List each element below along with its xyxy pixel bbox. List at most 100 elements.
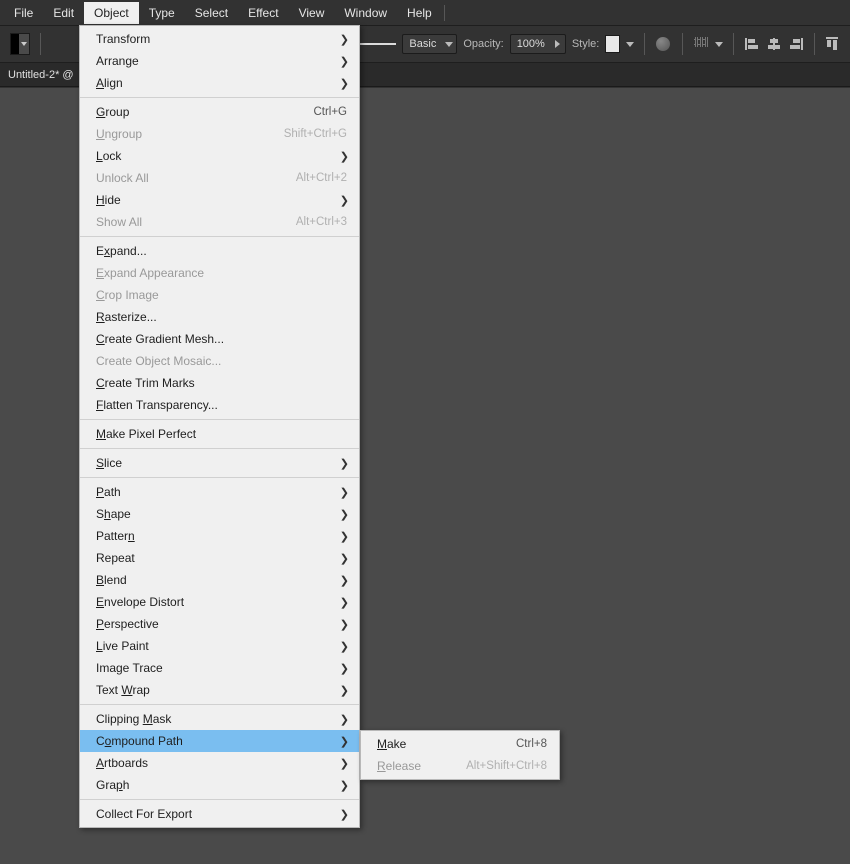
separator <box>814 33 815 55</box>
stroke-style-value: Basic <box>403 38 442 50</box>
submenu-arrow-icon: ❯ <box>340 508 349 521</box>
object-menu-item-lock[interactable]: Lock❯ <box>80 145 359 167</box>
menu-item-label: Rasterize... <box>96 310 347 324</box>
fill-dropdown-icon[interactable] <box>19 34 29 54</box>
object-menu-dropdown: Transform❯Arrange❯Align❯GroupCtrl+GUngro… <box>79 25 360 828</box>
menu-item-label: Crop Image <box>96 288 347 302</box>
compound-path-item-make[interactable]: MakeCtrl+8 <box>361 733 559 755</box>
object-menu-item-create-gradient-mesh[interactable]: Create Gradient Mesh... <box>80 328 359 350</box>
menu-file[interactable]: File <box>4 2 43 24</box>
stroke-style-dropdown[interactable]: Basic <box>402 34 457 54</box>
graphic-style-swatch[interactable] <box>605 35 619 53</box>
menu-object[interactable]: Object <box>84 2 139 24</box>
menu-window[interactable]: Window <box>334 2 397 24</box>
object-menu-item-artboards[interactable]: Artboards❯ <box>80 752 359 774</box>
menu-item-label: Ungroup <box>96 127 284 141</box>
object-menu-item-transform[interactable]: Transform❯ <box>80 28 359 50</box>
object-menu-item-perspective[interactable]: Perspective❯ <box>80 613 359 635</box>
menu-item-label: Clipping Mask <box>96 712 347 726</box>
globe-icon <box>655 36 671 52</box>
menu-select[interactable]: Select <box>185 2 238 24</box>
object-menu-item-pattern[interactable]: Pattern❯ <box>80 525 359 547</box>
align-right-button[interactable] <box>788 33 804 55</box>
object-menu-item-show-all: Show AllAlt+Ctrl+3 <box>80 211 359 233</box>
object-menu-item-make-pixel-perfect[interactable]: Make Pixel Perfect <box>80 423 359 445</box>
object-menu-item-text-wrap[interactable]: Text Wrap❯ <box>80 679 359 701</box>
application-menu-bar: File Edit Object Type Select Effect View… <box>0 0 850 26</box>
menu-item-label: Expand Appearance <box>96 266 347 280</box>
object-menu-item-compound-path[interactable]: Compound Path❯ <box>80 730 359 752</box>
align-right-icon <box>789 38 803 50</box>
menu-type[interactable]: Type <box>139 2 185 24</box>
recolor-artwork-button[interactable] <box>654 33 672 55</box>
separator <box>682 33 683 55</box>
align-left-button[interactable] <box>744 33 760 55</box>
menu-item-label: Live Paint <box>96 639 347 653</box>
object-menu-item-repeat[interactable]: Repeat❯ <box>80 547 359 569</box>
align-to-selection-button[interactable] <box>693 33 709 55</box>
align-center-h-button[interactable] <box>766 33 782 55</box>
menu-item-label: Make Pixel Perfect <box>96 427 347 441</box>
menu-item-label: Lock <box>96 149 347 163</box>
object-menu-item-image-trace[interactable]: Image Trace❯ <box>80 657 359 679</box>
submenu-arrow-icon: ❯ <box>340 808 349 821</box>
menu-item-label: Create Object Mosaic... <box>96 354 347 368</box>
object-menu-item-slice[interactable]: Slice❯ <box>80 452 359 474</box>
menu-edit[interactable]: Edit <box>43 2 84 24</box>
align-top-icon <box>826 37 838 51</box>
style-label: Style: <box>572 38 600 50</box>
submenu-arrow-icon: ❯ <box>340 618 349 631</box>
align-top-button[interactable] <box>824 33 840 55</box>
opacity-value: 100% <box>511 38 551 50</box>
menu-help[interactable]: Help <box>397 2 442 24</box>
object-menu-item-envelope-distort[interactable]: Envelope Distort❯ <box>80 591 359 613</box>
submenu-arrow-icon: ❯ <box>340 457 349 470</box>
object-menu-item-live-paint[interactable]: Live Paint❯ <box>80 635 359 657</box>
object-menu-item-blend[interactable]: Blend❯ <box>80 569 359 591</box>
object-menu-item-group[interactable]: GroupCtrl+G <box>80 101 359 123</box>
compound-path-item-release: ReleaseAlt+Shift+Ctrl+8 <box>361 755 559 777</box>
chevron-down-icon[interactable] <box>715 42 723 47</box>
menu-item-label: Create Gradient Mesh... <box>96 332 347 346</box>
object-menu-item-collect-for-export[interactable]: Collect For Export❯ <box>80 803 359 825</box>
submenu-arrow-icon: ❯ <box>340 684 349 697</box>
object-menu-item-path[interactable]: Path❯ <box>80 481 359 503</box>
object-menu-item-expand[interactable]: Expand... <box>80 240 359 262</box>
fill-color-swatch[interactable] <box>10 33 30 55</box>
menu-item-label: Blend <box>96 573 347 587</box>
menu-effect[interactable]: Effect <box>238 2 288 24</box>
object-menu-item-align[interactable]: Align❯ <box>80 72 359 94</box>
object-menu-item-create-trim-marks[interactable]: Create Trim Marks <box>80 372 359 394</box>
menu-item-shortcut: Alt+Shift+Ctrl+8 <box>466 760 547 772</box>
menu-item-label: Artboards <box>96 756 347 770</box>
object-menu-item-clipping-mask[interactable]: Clipping Mask❯ <box>80 708 359 730</box>
opacity-field[interactable]: 100% <box>510 34 566 54</box>
submenu-arrow-icon: ❯ <box>340 662 349 675</box>
menu-item-label: Path <box>96 485 347 499</box>
object-menu-item-ungroup: UngroupShift+Ctrl+G <box>80 123 359 145</box>
menu-item-label: Align <box>96 76 347 90</box>
submenu-arrow-icon: ❯ <box>340 757 349 770</box>
submenu-arrow-icon: ❯ <box>340 596 349 609</box>
object-menu-item-arrange[interactable]: Arrange❯ <box>80 50 359 72</box>
separator <box>40 33 41 55</box>
object-menu-item-shape[interactable]: Shape❯ <box>80 503 359 525</box>
menu-item-shortcut: Alt+Ctrl+2 <box>296 172 347 184</box>
submenu-arrow-icon: ❯ <box>340 55 349 68</box>
menu-item-shortcut: Alt+Ctrl+3 <box>296 216 347 228</box>
menu-view[interactable]: View <box>289 2 335 24</box>
object-menu-item-graph[interactable]: Graph❯ <box>80 774 359 796</box>
menu-item-label: Expand... <box>96 244 347 258</box>
submenu-arrow-icon: ❯ <box>340 640 349 653</box>
object-menu-item-flatten-transparency[interactable]: Flatten Transparency... <box>80 394 359 416</box>
menu-item-label: Repeat <box>96 551 347 565</box>
chevron-down-icon[interactable] <box>626 42 634 47</box>
submenu-arrow-icon: ❯ <box>340 486 349 499</box>
menu-item-label: Make <box>377 737 516 751</box>
object-menu-item-rasterize[interactable]: Rasterize... <box>80 306 359 328</box>
object-menu-item-hide[interactable]: Hide❯ <box>80 189 359 211</box>
menu-item-label: Envelope Distort <box>96 595 347 609</box>
align-grid-icon <box>694 37 708 51</box>
document-tab[interactable]: Untitled-2* @ <box>8 69 74 81</box>
submenu-arrow-icon: ❯ <box>340 735 349 748</box>
